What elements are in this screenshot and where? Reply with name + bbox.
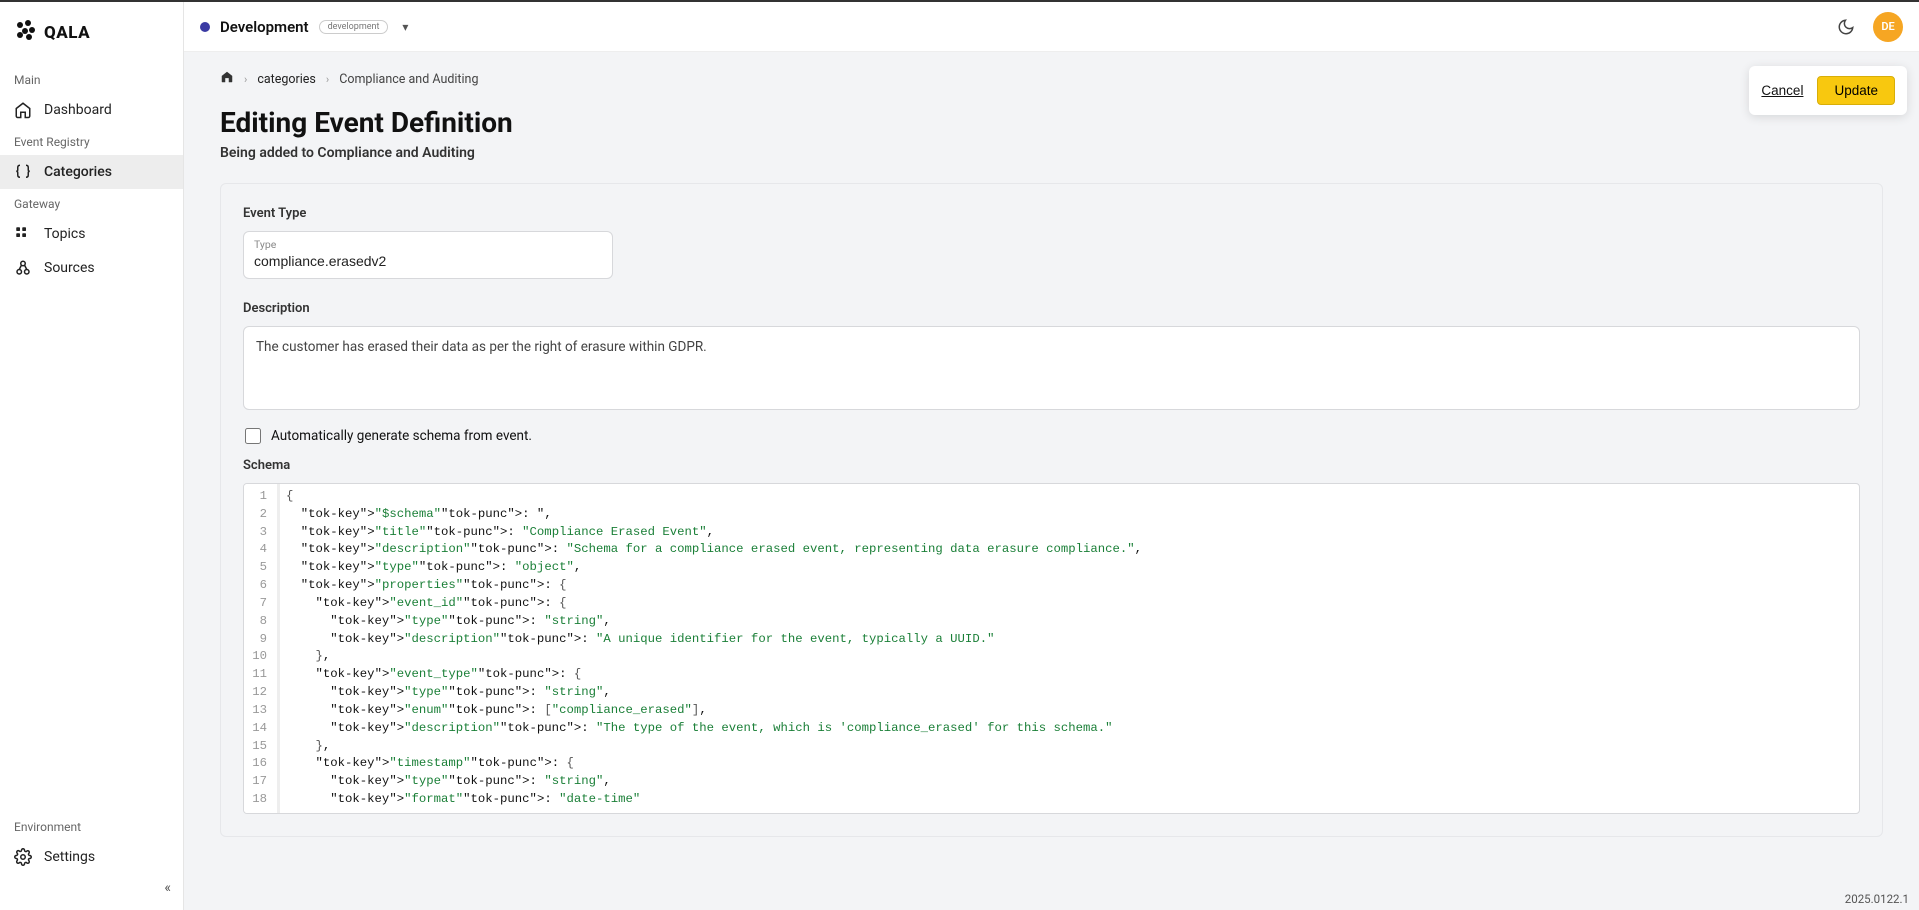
content-area: Cancel Update › categories › Compliance … <box>184 52 1919 910</box>
auto-schema-checkbox[interactable] <box>245 428 261 444</box>
breadcrumb-categories[interactable]: categories <box>257 72 316 87</box>
cancel-button[interactable]: Cancel <box>1761 83 1803 98</box>
avatar[interactable]: DE <box>1873 12 1903 42</box>
brand-logo[interactable]: QALA <box>0 10 183 65</box>
event-type-field-wrap[interactable]: Type <box>243 231 613 279</box>
sidebar-item-dashboard[interactable]: Dashboard <box>0 93 183 127</box>
event-type-float-label: Type <box>254 238 602 251</box>
description-input[interactable] <box>243 326 1860 410</box>
schema-body[interactable]: { "tok-key">"$schema""tok-punc">: ", "to… <box>278 484 1859 813</box>
description-label: Description <box>243 301 1860 316</box>
auto-schema-label: Automatically generate schema from event… <box>271 428 532 444</box>
page-subtitle: Being added to Compliance and Auditing <box>220 145 1883 161</box>
sidebar-item-label: Settings <box>44 849 95 865</box>
chevron-down-icon[interactable]: ▾ <box>402 20 408 34</box>
breadcrumb: › categories › Compliance and Auditing <box>220 70 1883 88</box>
chevrons-left-icon: « <box>164 880 171 896</box>
page-title: Editing Event Definition <box>220 106 1883 139</box>
version-label: 2025.0122.1 <box>1845 892 1909 906</box>
schema-gutter: 123456789101112131415161718 <box>244 484 278 813</box>
grid-icon <box>14 225 32 243</box>
event-type-input[interactable] <box>254 253 602 269</box>
sidebar-item-label: Sources <box>44 260 95 276</box>
braces-icon <box>14 163 32 181</box>
topbar: Development development ▾ DE <box>184 2 1919 52</box>
sidebar-section-env-label: Environment <box>0 812 183 840</box>
sidebar-section-registry-label: Event Registry <box>0 127 183 155</box>
event-type-label: Event Type <box>243 206 1860 221</box>
moon-icon <box>1837 18 1855 36</box>
sidebar: QALA Main Dashboard Event Registry Categ… <box>0 2 184 910</box>
breadcrumb-home[interactable] <box>220 70 234 88</box>
update-button[interactable]: Update <box>1817 76 1895 105</box>
sidebar-item-settings[interactable]: Settings <box>0 840 183 874</box>
theme-toggle[interactable] <box>1837 18 1855 36</box>
env-tag: development <box>319 20 389 34</box>
home-icon <box>14 101 32 119</box>
sidebar-item-label: Topics <box>44 226 85 242</box>
schema-editor[interactable]: 123456789101112131415161718 { "tok-key">… <box>243 483 1860 814</box>
collapse-sidebar-button[interactable]: « <box>0 874 183 902</box>
home-icon <box>220 70 234 84</box>
env-status-dot-icon <box>200 22 210 32</box>
env-name[interactable]: Development <box>220 18 309 36</box>
gear-icon <box>14 848 32 866</box>
breadcrumb-current: Compliance and Auditing <box>339 72 478 87</box>
webhook-icon <box>14 259 32 277</box>
sidebar-item-categories[interactable]: Categories <box>0 155 183 189</box>
sidebar-item-label: Categories <box>44 164 112 180</box>
brand-name: QALA <box>44 23 90 43</box>
action-card: Cancel Update <box>1749 66 1907 115</box>
brand-mark-icon <box>14 18 38 47</box>
form-card: Event Type Type Description Automaticall… <box>220 183 1883 837</box>
sidebar-section-main-label: Main <box>0 65 183 93</box>
main-column: Development development ▾ DE Cancel Upda… <box>184 2 1919 910</box>
sidebar-section-gateway-label: Gateway <box>0 189 183 217</box>
schema-label: Schema <box>243 458 1860 473</box>
sidebar-item-label: Dashboard <box>44 102 112 118</box>
sidebar-item-topics[interactable]: Topics <box>0 217 183 251</box>
sidebar-item-sources[interactable]: Sources <box>0 251 183 285</box>
auto-schema-row[interactable]: Automatically generate schema from event… <box>245 428 1860 444</box>
chevron-right-icon: › <box>244 73 247 86</box>
chevron-right-icon: › <box>326 73 329 86</box>
